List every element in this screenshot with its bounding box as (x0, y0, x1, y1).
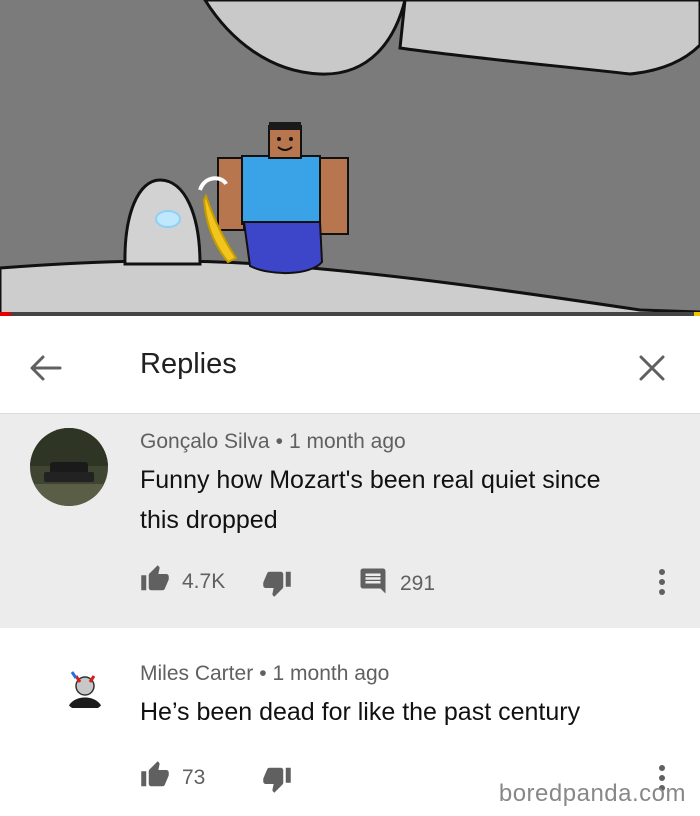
replies-header: Replies (0, 316, 700, 414)
back-arrow-icon[interactable] (26, 348, 66, 388)
replies-button[interactable]: 291 (358, 566, 435, 601)
thumbs-down-icon (262, 568, 292, 603)
avatar[interactable] (30, 428, 108, 506)
like-count: 4.7K (182, 569, 226, 593)
comment-author[interactable]: Gonçalo Silva (140, 430, 270, 453)
comment-text: He’s been dead for like the past century (140, 698, 581, 726)
avatar[interactable] (62, 666, 108, 712)
watermark: boredpanda.com (498, 780, 686, 807)
dislike-button[interactable] (262, 568, 292, 603)
thumbs-up-icon (140, 760, 170, 795)
meta-separator: • (259, 662, 267, 685)
video-frame-drawing (0, 0, 700, 316)
like-button[interactable]: 73 (140, 760, 205, 795)
comment-time: 1 month ago (288, 430, 406, 453)
comment-time: 1 month ago (272, 662, 390, 685)
reply-count: 291 (400, 571, 436, 595)
dislike-button[interactable] (262, 764, 292, 799)
comment-text: Funny how Mozart's been real quiet since… (140, 460, 601, 540)
comment-meta: Miles Carter • 1 month ago (140, 662, 389, 686)
comment-author[interactable]: Miles Carter (140, 662, 253, 685)
comment-text-line-1: Funny how Mozart's been real quiet since (140, 466, 601, 494)
more-vert-icon[interactable] (650, 562, 674, 602)
page-title: Replies (140, 348, 237, 380)
meta-separator: • (275, 430, 283, 453)
highlighted-comment: Gonçalo Silva • 1 month ago Funny how Moza… (0, 414, 700, 628)
video-player[interactable] (0, 0, 700, 316)
like-button[interactable]: 4.7K (140, 564, 225, 599)
thumbs-down-icon (262, 764, 292, 799)
comment-text-line-2: this dropped (140, 506, 278, 534)
close-icon[interactable] (632, 348, 672, 388)
thumbs-up-icon (140, 564, 170, 599)
comment-meta: Gonçalo Silva • 1 month ago (140, 430, 406, 454)
reply-icon (358, 566, 388, 601)
like-count: 73 (182, 765, 206, 789)
reply-comment: Miles Carter • 1 month ago He’s been dead … (0, 628, 700, 816)
